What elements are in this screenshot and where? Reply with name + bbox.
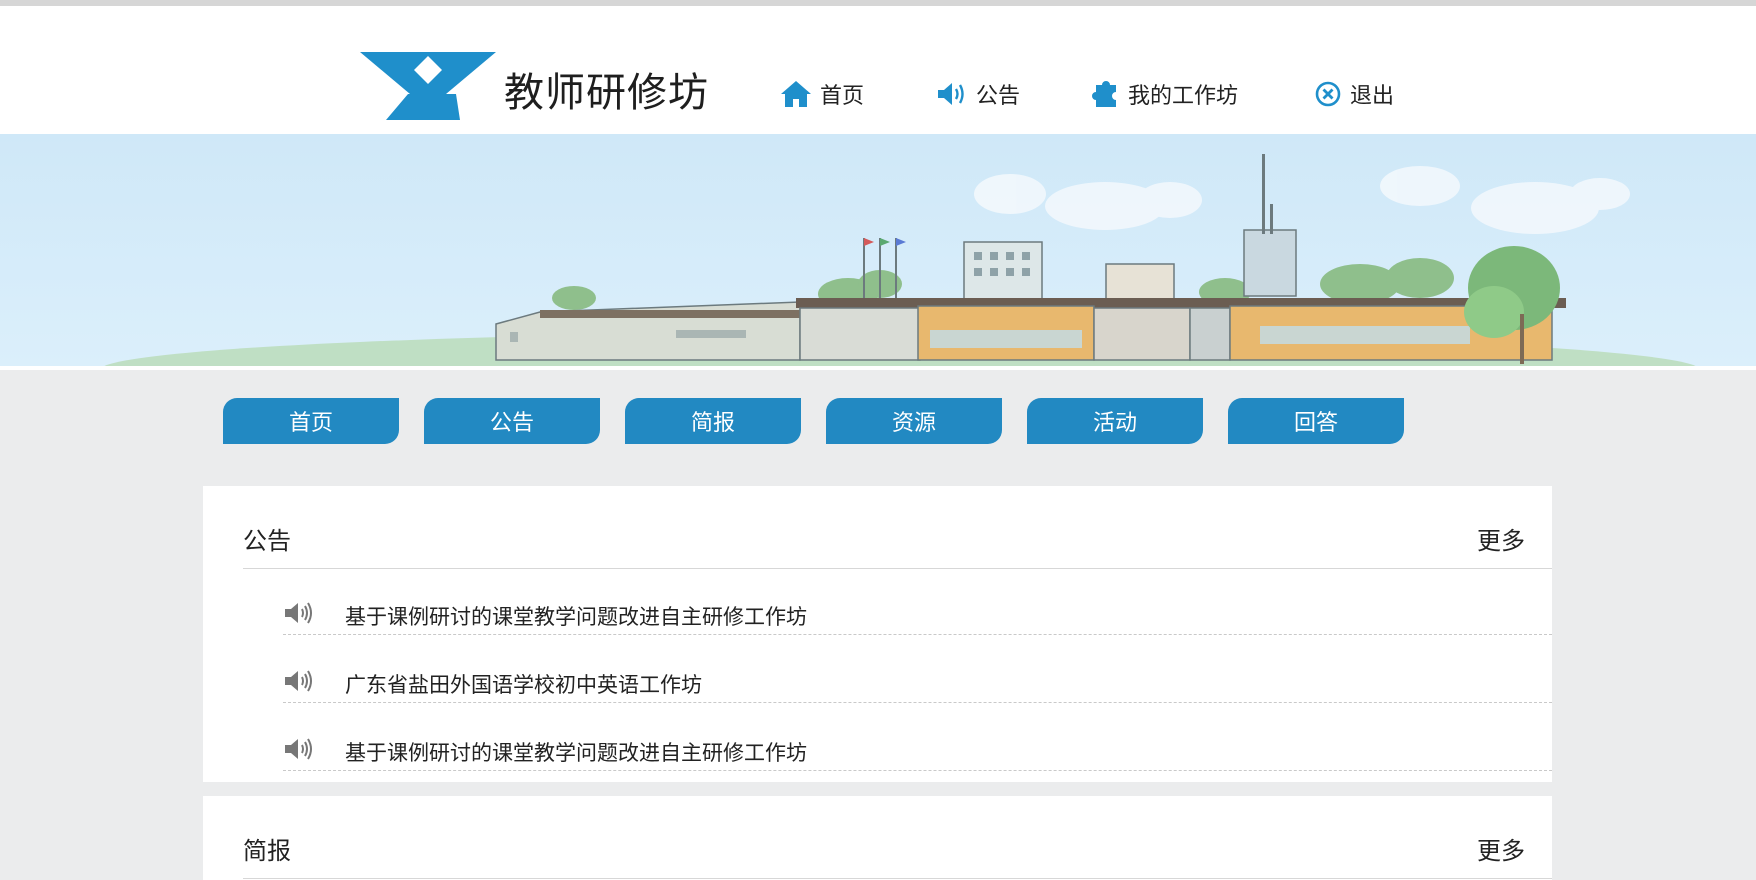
tab-briefings[interactable]: 简报 xyxy=(625,398,801,444)
speaker-icon xyxy=(285,670,312,692)
site-title: 教师研修坊 xyxy=(504,70,709,116)
speaker-icon xyxy=(938,83,964,105)
announcement-item-text: 广东省盐田外国语学校初中英语工作坊 xyxy=(345,673,702,697)
banner-divider xyxy=(0,366,1756,370)
announcement-item-text: 基于课例研讨的课堂教学问题改进自主研修工作坊 xyxy=(345,741,807,765)
top-nav-logout[interactable]: 退出 xyxy=(1314,78,1394,110)
announcement-item[interactable]: 广东省盐田外国语学校初中英语工作坊 xyxy=(283,670,1552,703)
briefings-panel: 简报 更多 xyxy=(203,796,1552,880)
tab-announcements[interactable]: 公告 xyxy=(424,398,600,444)
site-header xyxy=(0,6,1756,134)
home-icon xyxy=(781,81,811,107)
top-nav-my-workshop-label: 我的工作坊 xyxy=(1128,84,1239,109)
announcements-panel-title: 公告 xyxy=(243,527,291,555)
top-nav-my-workshop[interactable]: 我的工作坊 xyxy=(1092,78,1238,110)
announcements-more-link[interactable]: 更多 xyxy=(1477,526,1525,556)
briefings-panel-title: 简报 xyxy=(243,837,291,865)
close-circle-icon xyxy=(1315,81,1341,107)
announcement-item-text: 基于课例研讨的课堂教学问题改进自主研修工作坊 xyxy=(345,605,807,629)
announcement-item[interactable]: 基于课例研讨的课堂教学问题改进自主研修工作坊 xyxy=(283,602,1552,635)
tab-resources[interactable]: 资源 xyxy=(826,398,1002,444)
top-nav-home-label: 首页 xyxy=(820,84,865,109)
puzzle-icon xyxy=(1092,81,1116,107)
campus-banner xyxy=(0,134,1756,366)
announcement-item[interactable]: 基于课例研讨的课堂教学问题改进自主研修工作坊 xyxy=(283,738,1552,771)
tab-home[interactable]: 首页 xyxy=(223,398,399,444)
announcements-panel-header: 公告 更多 xyxy=(243,486,1552,569)
briefings-more-link[interactable]: 更多 xyxy=(1477,836,1525,866)
tab-answers[interactable]: 回答 xyxy=(1228,398,1404,444)
briefings-panel-header: 简报 更多 xyxy=(243,796,1552,879)
speaker-icon xyxy=(285,738,312,760)
site-logo[interactable] xyxy=(360,52,496,120)
announcements-panel: 公告 更多 基于课例研讨的课堂教学问题改进自主研修工作坊 广东省盐田外国语学校初… xyxy=(203,486,1552,782)
tab-activities[interactable]: 活动 xyxy=(1027,398,1203,444)
top-nav-logout-label: 退出 xyxy=(1350,84,1395,109)
speaker-icon xyxy=(285,602,312,624)
top-nav-announcements[interactable]: 公告 xyxy=(936,78,1020,110)
top-nav-announcements-label: 公告 xyxy=(976,84,1021,109)
top-nav-home[interactable]: 首页 xyxy=(780,78,864,110)
